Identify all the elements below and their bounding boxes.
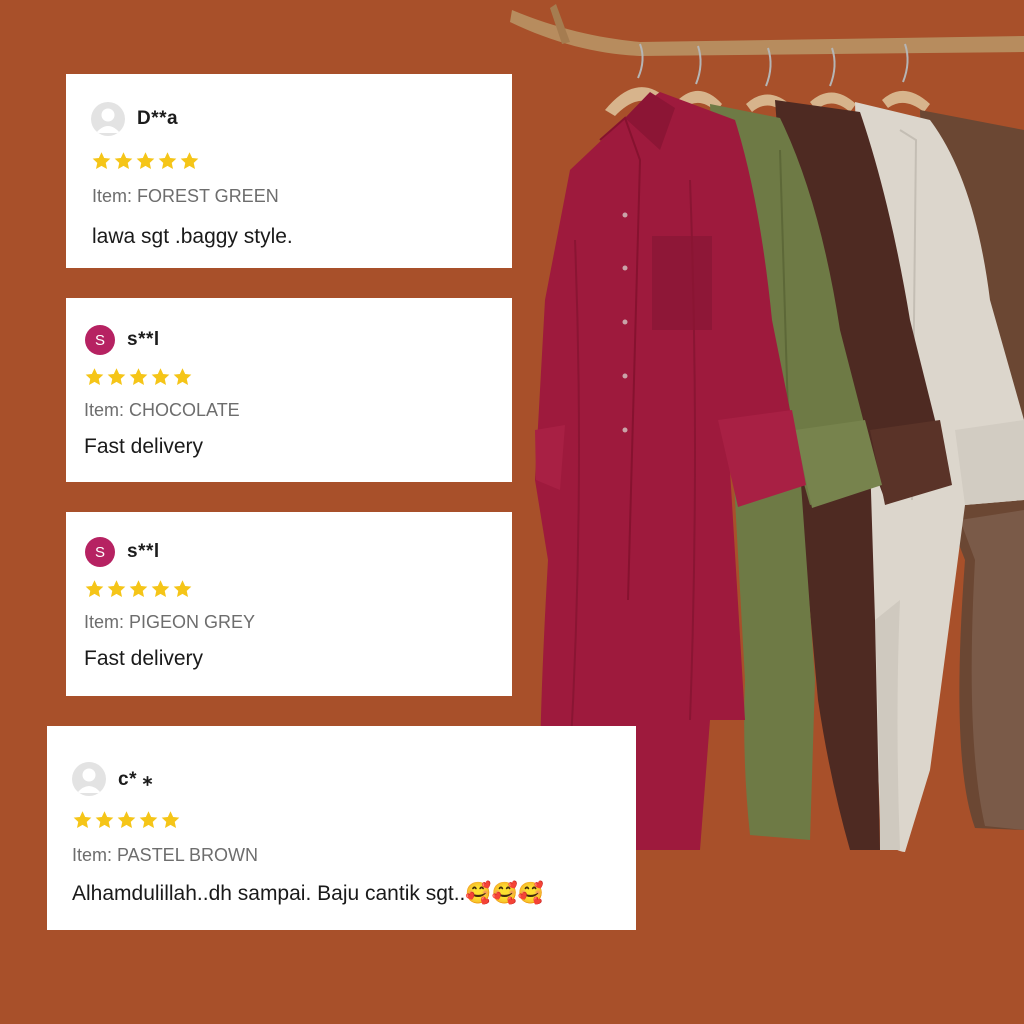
reviewer-row: D**a xyxy=(91,102,178,136)
star-icon xyxy=(161,811,180,828)
avatar: S xyxy=(85,325,115,355)
star-icon xyxy=(95,811,114,828)
star-icon xyxy=(173,368,192,385)
user-placeholder-icon xyxy=(91,102,125,136)
reviewer-name: c* ⁎ xyxy=(118,768,153,790)
item-variant: Item: PASTEL BROWN xyxy=(72,845,259,865)
star-icon xyxy=(114,152,133,169)
star-icon xyxy=(73,811,92,828)
star-icon xyxy=(139,811,158,828)
star-icon xyxy=(158,152,177,169)
star-icon xyxy=(107,368,126,385)
reviewer-row: S s**l xyxy=(85,325,160,355)
star-icon xyxy=(136,152,155,169)
star-icon xyxy=(107,580,126,597)
reviewer-row: S s**l xyxy=(85,537,160,567)
reviewer-row: c* ⁎ xyxy=(72,762,153,796)
item-variant: Item: PIGEON GREY xyxy=(84,612,256,632)
review-comment: Fast delivery xyxy=(84,435,204,458)
reviewer-name: D**a xyxy=(137,108,179,129)
star-icon xyxy=(85,368,104,385)
item-variant: Item: FOREST GREEN xyxy=(92,186,279,206)
reviewer-name: s**l xyxy=(127,329,160,350)
star-rating xyxy=(91,151,200,171)
star-icon xyxy=(129,580,148,597)
star-rating xyxy=(84,367,193,387)
review-comment: Fast delivery xyxy=(84,647,204,670)
star-icon xyxy=(180,152,199,169)
star-rating xyxy=(84,579,193,599)
review-card: c* ⁎ Item: PASTEL BROWN Alhamdulillah..d… xyxy=(47,726,636,930)
review-comment: Alhamdulillah..dh sampai. Baju cantik sg… xyxy=(72,882,544,905)
star-rating xyxy=(72,810,181,830)
review-card: D**a Item: FOREST GREEN lawa sgt .baggy … xyxy=(66,74,512,268)
reviewer-name: s**l xyxy=(127,541,160,562)
star-icon xyxy=(151,368,170,385)
user-placeholder-icon xyxy=(72,762,106,796)
star-icon xyxy=(92,152,111,169)
review-card: S s**l Item: PIGEON GREY Fast delivery xyxy=(66,512,512,696)
star-icon xyxy=(129,368,148,385)
review-comment: lawa sgt .baggy style. xyxy=(92,225,293,248)
star-icon xyxy=(85,580,104,597)
wooden-branch xyxy=(510,10,1024,56)
item-variant: Item: CHOCOLATE xyxy=(84,400,240,420)
product-review-collage: D**a Item: FOREST GREEN lawa sgt .baggy … xyxy=(0,0,1024,1024)
avatar: S xyxy=(85,537,115,567)
star-icon xyxy=(173,580,192,597)
review-card: S s**l Item: CHOCOLATE Fast delivery xyxy=(66,298,512,482)
star-icon xyxy=(117,811,136,828)
star-icon xyxy=(151,580,170,597)
